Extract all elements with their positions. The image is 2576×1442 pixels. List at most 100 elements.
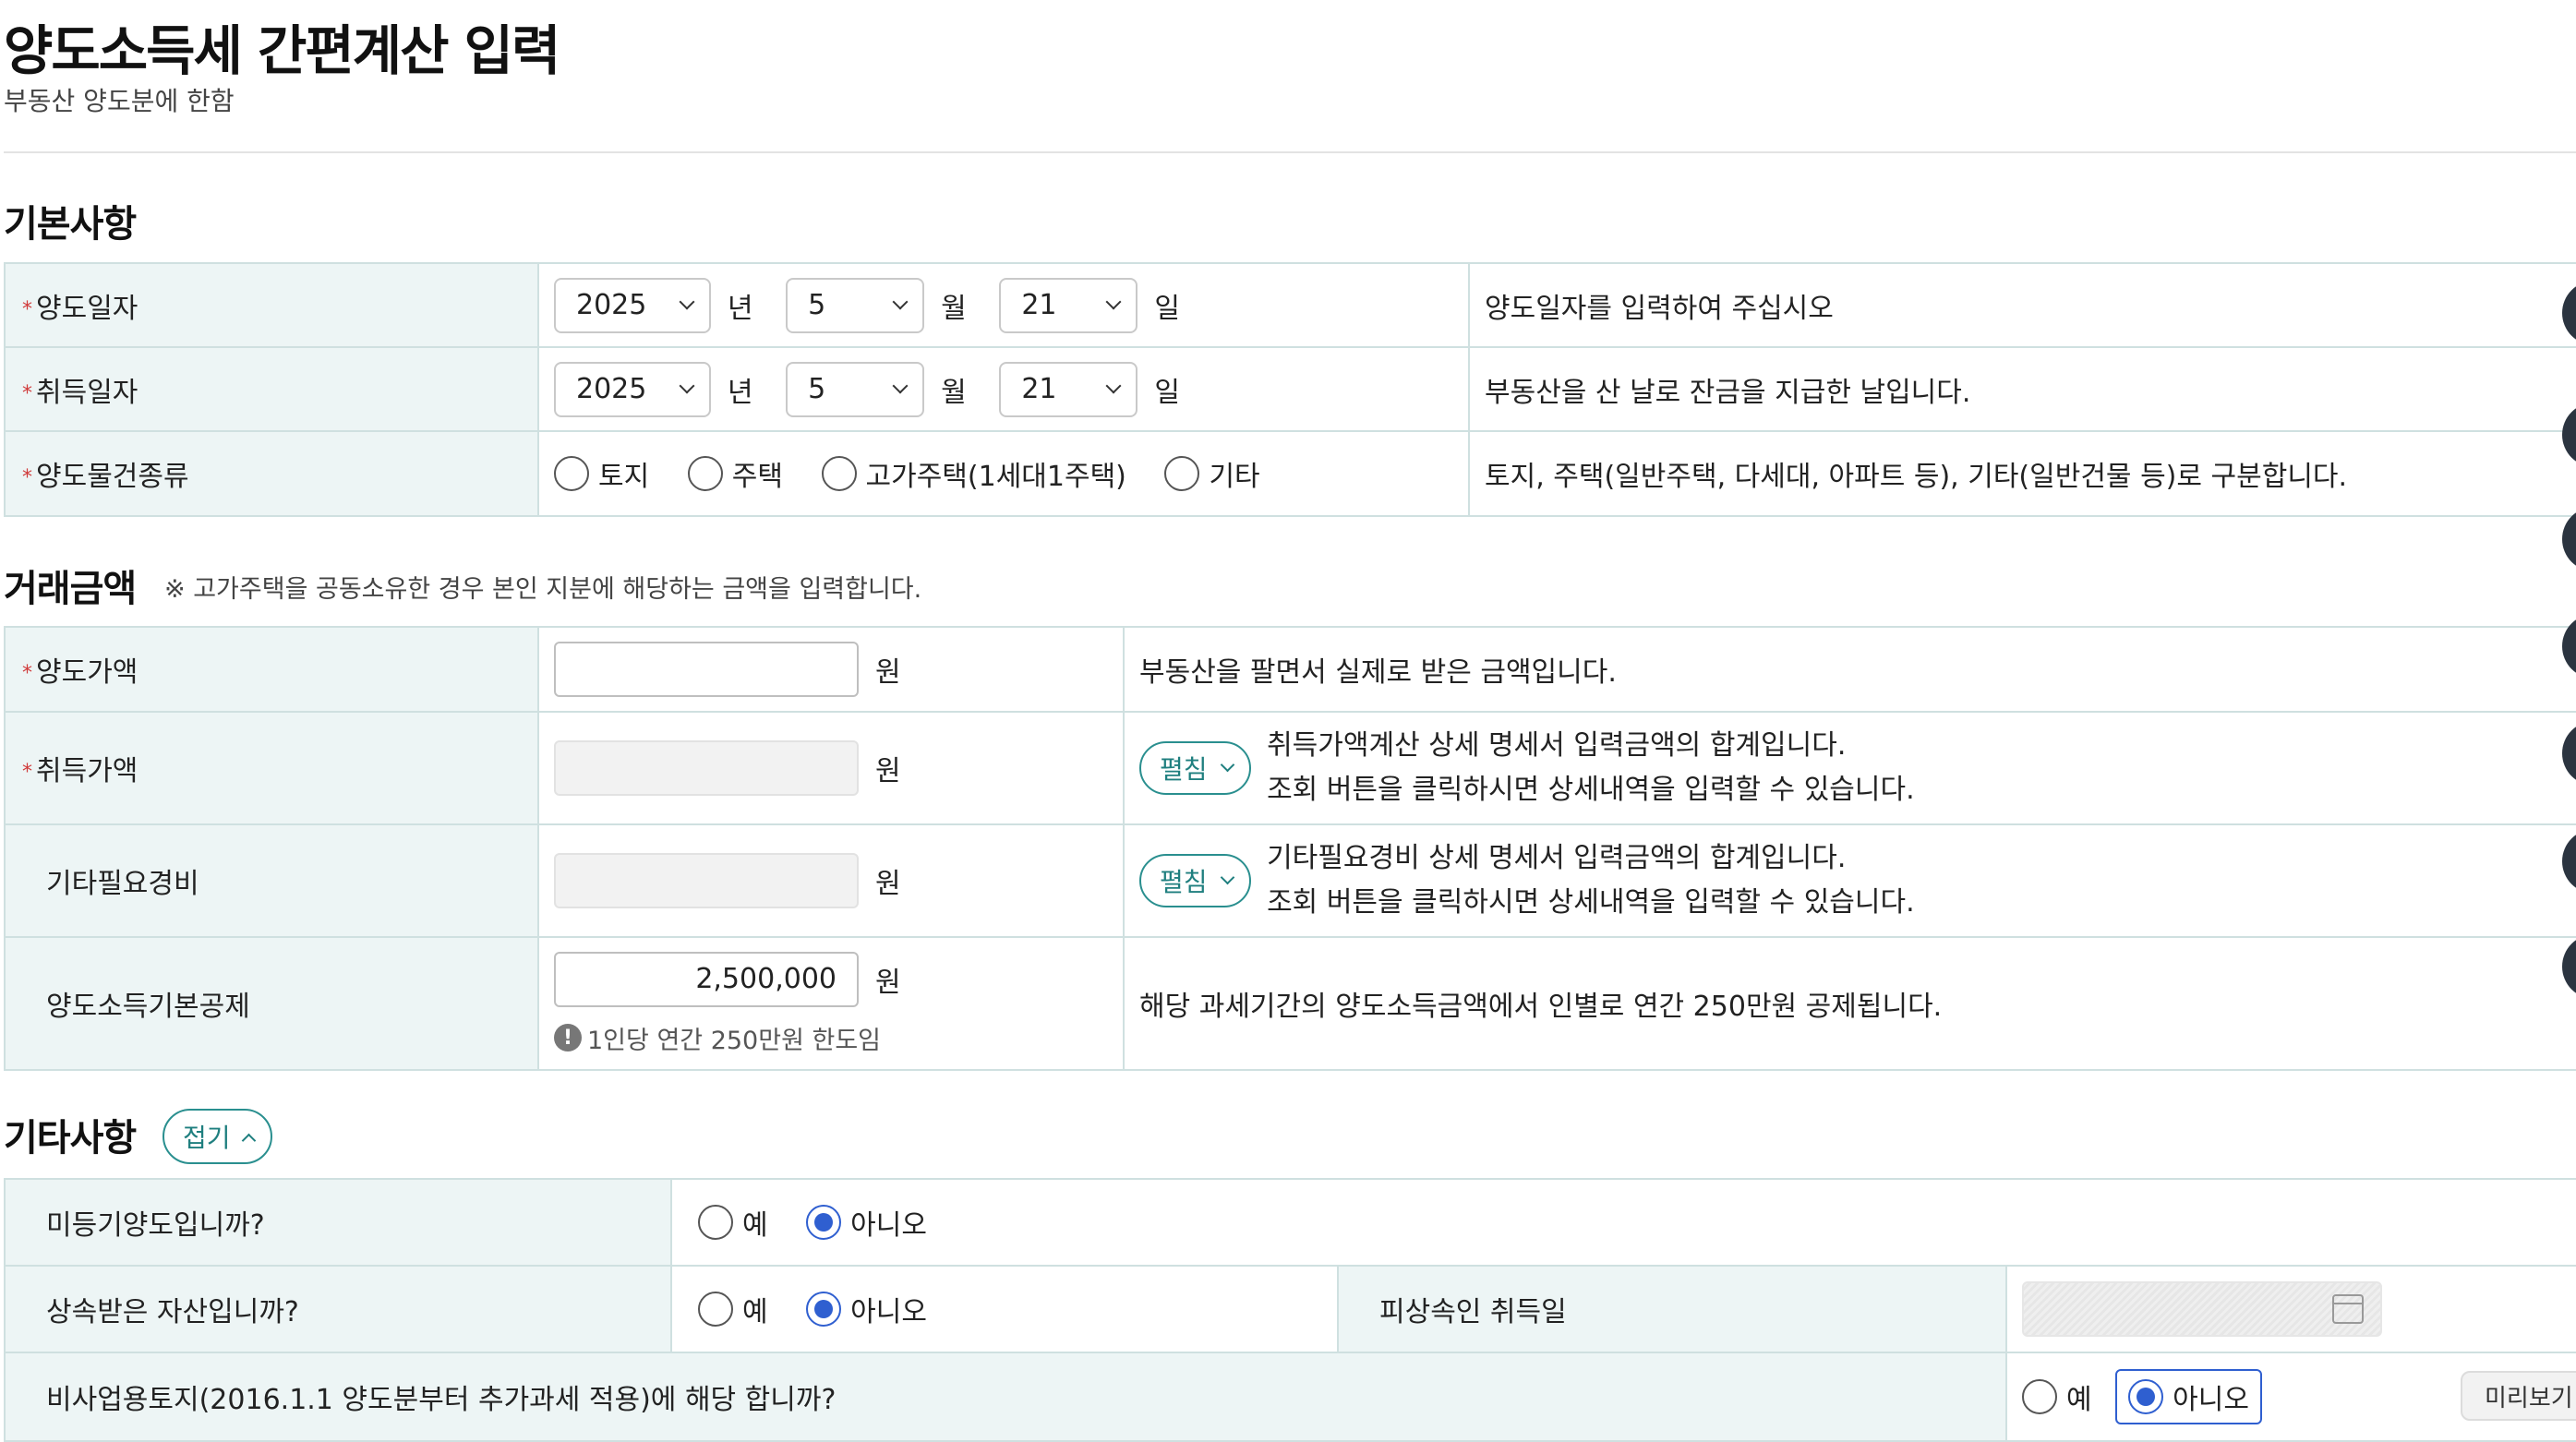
inherited-label-cell: 상속받은 자산입니까? bbox=[4, 1265, 672, 1353]
basic-deduction-input[interactable]: 2,500,000 bbox=[554, 951, 859, 1007]
acquire-month-value: 5 bbox=[808, 373, 826, 405]
transfer-date-label: 양도일자 bbox=[36, 292, 138, 325]
transfer-year-value: 2025 bbox=[576, 289, 647, 321]
other-expense-cell: 원 bbox=[537, 823, 1125, 938]
acquire-price-label-cell: * 취득가액 bbox=[4, 711, 539, 825]
radio-circle[interactable] bbox=[2022, 1379, 2057, 1414]
chevron-down-icon bbox=[679, 294, 695, 309]
amount-table: * 양도가액 원 부동산을 팔면서 실제로 받은 금액입니다. * 취득가액 원 펼… bbox=[4, 626, 2576, 1071]
acquire-day-value: 21 bbox=[1021, 373, 1057, 405]
decedent-date-label: 피상속인 취득일 bbox=[1379, 1296, 1567, 1328]
page-title: 양도소득세 간편계산 입력 bbox=[4, 19, 560, 82]
property-type-label: 양도물건종류 bbox=[36, 461, 189, 493]
basic-deduction-cell: 2,500,000 원 ! 1인당 연간 250만원 한도임 bbox=[537, 936, 1125, 1071]
basic-deduction-help: 해당 과세기간의 양도소득금액에서 인별로 연간 250만원 공제됩니다. bbox=[1123, 936, 2576, 1071]
inherited-label: 상속받은 자산입니까? bbox=[46, 1296, 299, 1328]
row-transfer-price: * 양도가액 원 부동산을 팔면서 실제로 받은 금액입니다. bbox=[4, 626, 2576, 713]
row-acquire-date: * 취득일자 2025 년 5 월 21 일 부동산을 산 날로 잔금을 지급한 날입니… bbox=[4, 346, 2576, 432]
page-subtitle: 부동산 양도분에 한함 bbox=[4, 86, 235, 116]
radio-circle-selected[interactable] bbox=[806, 1205, 842, 1240]
unregistered-label: 미등기양도입니까? bbox=[46, 1209, 265, 1242]
unregistered-yes[interactable]: 예 bbox=[698, 1202, 768, 1243]
acquire-month-select[interactable]: 5 bbox=[786, 361, 925, 417]
chevron-down-icon bbox=[892, 378, 909, 393]
acquire-year-select[interactable]: 2025 bbox=[554, 361, 711, 417]
won-unit: 원 bbox=[875, 656, 901, 689]
help-line: 조회 버튼을 클릭하시면 상세내역을 입력할 수 있습니다. bbox=[1267, 886, 1915, 919]
radio-circle-selected[interactable] bbox=[806, 1292, 842, 1327]
row-inherited: 상속받은 자산입니까? 예 아니오 피상속인 취득일 bbox=[4, 1265, 2576, 1353]
transfer-day-value: 21 bbox=[1021, 289, 1057, 321]
row-other-expense: 기타필요경비 원 펼침 기타필요경비 상세 명세서 입력금액의 합계입니다. 조회… bbox=[4, 823, 2576, 938]
row-property-type: * 양도물건종류 토지 주택 고가주택(1세대1주택) 기타 토지, 주택(일반주… bbox=[4, 430, 2576, 517]
radio-no-label: 아니오 bbox=[850, 1209, 927, 1242]
basic-info-table: * 양도일자 2025 년 5월 21 일 양도일자를 입력하여 주십시오 * 취득일자… bbox=[4, 262, 2576, 517]
expand-button[interactable]: 펼침 bbox=[1139, 854, 1251, 907]
acquire-date-label: 취득일자 bbox=[36, 376, 138, 409]
help-line: 기타필요경비 상세 명세서 입력금액의 합계입니다. bbox=[1267, 842, 1847, 874]
radio-luxury-house-label: 고가주택(1세대1주택) bbox=[865, 461, 1126, 493]
row-non-business-land: 비사업용토지(2016.1.1 양도분부터 추가과세 적용)에 해당 합니까? … bbox=[4, 1352, 2576, 1442]
radio-circle[interactable] bbox=[554, 456, 589, 491]
radio-yes-label: 예 bbox=[2066, 1384, 2092, 1416]
non-business-land-yes[interactable]: 예 bbox=[2022, 1376, 2092, 1417]
transfer-date-help: 양도일자를 입력하여 주십시오 bbox=[1468, 262, 2576, 348]
non-business-land-label: 비사업용토지(2016.1.1 양도분부터 추가과세 적용)에 해당 합니까? bbox=[46, 1384, 837, 1416]
acquire-date-label-cell: * 취득일자 bbox=[4, 346, 539, 432]
radio-circle[interactable] bbox=[1164, 456, 1200, 491]
chevron-down-icon bbox=[679, 378, 695, 393]
other-table: 미등기양도입니까? 예 아니오 상속받은 자산입니까? 예 아니오 피상속인 취… bbox=[4, 1178, 2576, 1442]
radio-land[interactable]: 토지 bbox=[554, 453, 649, 494]
radio-circle[interactable] bbox=[821, 456, 857, 491]
inherited-no[interactable]: 아니오 bbox=[806, 1289, 927, 1329]
row-acquire-price: * 취득가액 원 펼침 취득가액계산 상세 명세서 입력금액의 합계입니다. 조회 … bbox=[4, 711, 2576, 825]
collapse-button[interactable]: 접기 bbox=[163, 1109, 272, 1164]
transfer-month-select[interactable]: 5 bbox=[786, 277, 925, 333]
radio-circle[interactable] bbox=[687, 456, 723, 491]
radio-no-label: 아니오 bbox=[850, 1296, 927, 1328]
other-expense-help-cell: 펼침 기타필요경비 상세 명세서 입력금액의 합계입니다. 조회 버튼을 클릭하시… bbox=[1123, 823, 2576, 938]
other-expense-help: 기타필요경비 상세 명세서 입력금액의 합계입니다. 조회 버튼을 클릭하시면 상… bbox=[1267, 836, 1915, 925]
radio-luxury-house[interactable]: 고가주택(1세대1주택) bbox=[821, 453, 1126, 494]
radio-house[interactable]: 주택 bbox=[687, 453, 783, 494]
chevron-down-icon bbox=[1105, 378, 1122, 393]
transfer-day-select[interactable]: 21 bbox=[999, 277, 1138, 333]
unregistered-options: 예 아니오 bbox=[670, 1178, 2576, 1267]
year-unit: 년 bbox=[728, 292, 753, 325]
basic-deduction-label-cell: 양도소득기본공제 bbox=[4, 936, 539, 1071]
radio-yes-label: 예 bbox=[742, 1209, 768, 1242]
transfer-price-input[interactable] bbox=[554, 642, 859, 697]
won-unit: 원 bbox=[875, 755, 901, 787]
acquire-day-select[interactable]: 21 bbox=[999, 361, 1138, 417]
acquire-price-help: 취득가액계산 상세 명세서 입력금액의 합계입니다. 조회 버튼을 클릭하시면 상… bbox=[1267, 724, 1915, 812]
decedent-date-cell bbox=[2005, 1265, 2576, 1353]
transfer-price-label: 양도가액 bbox=[36, 656, 138, 689]
chevron-down-icon bbox=[892, 294, 909, 309]
required-mark: * bbox=[22, 466, 32, 489]
day-unit: 일 bbox=[1154, 292, 1180, 325]
inherited-yes[interactable]: 예 bbox=[698, 1289, 768, 1329]
acquire-date-help: 부동산을 산 날로 잔금을 지급한 날입니다. bbox=[1468, 346, 2576, 432]
title-divider bbox=[4, 151, 2576, 153]
won-unit: 원 bbox=[875, 966, 901, 999]
decedent-date-label-cell: 피상속인 취득일 bbox=[1337, 1265, 2007, 1353]
expand-label: 펼침 bbox=[1160, 867, 1208, 897]
property-type-label-cell: * 양도물건종류 bbox=[4, 430, 539, 517]
deduction-hint-text: 1인당 연간 250만원 한도임 bbox=[587, 1026, 882, 1055]
year-unit: 년 bbox=[728, 376, 753, 409]
required-mark: * bbox=[22, 662, 32, 685]
acquire-price-cell: 원 bbox=[537, 711, 1125, 825]
help-line: 취득가액계산 상세 명세서 입력금액의 합계입니다. bbox=[1267, 729, 1847, 762]
day-unit: 일 bbox=[1154, 376, 1180, 409]
expand-button[interactable]: 펼침 bbox=[1139, 741, 1251, 795]
radio-circle[interactable] bbox=[698, 1205, 733, 1240]
radio-circle-selected[interactable] bbox=[2128, 1379, 2164, 1414]
radio-house-label: 주택 bbox=[731, 461, 783, 493]
non-business-land-no[interactable]: 아니오 bbox=[2115, 1369, 2262, 1424]
radio-other[interactable]: 기타 bbox=[1164, 453, 1260, 494]
radio-circle[interactable] bbox=[698, 1292, 733, 1327]
acquire-price-input bbox=[554, 740, 859, 796]
transfer-year-select[interactable]: 2025 bbox=[554, 277, 711, 333]
other-expense-input bbox=[554, 853, 859, 908]
unregistered-no[interactable]: 아니오 bbox=[806, 1202, 927, 1243]
